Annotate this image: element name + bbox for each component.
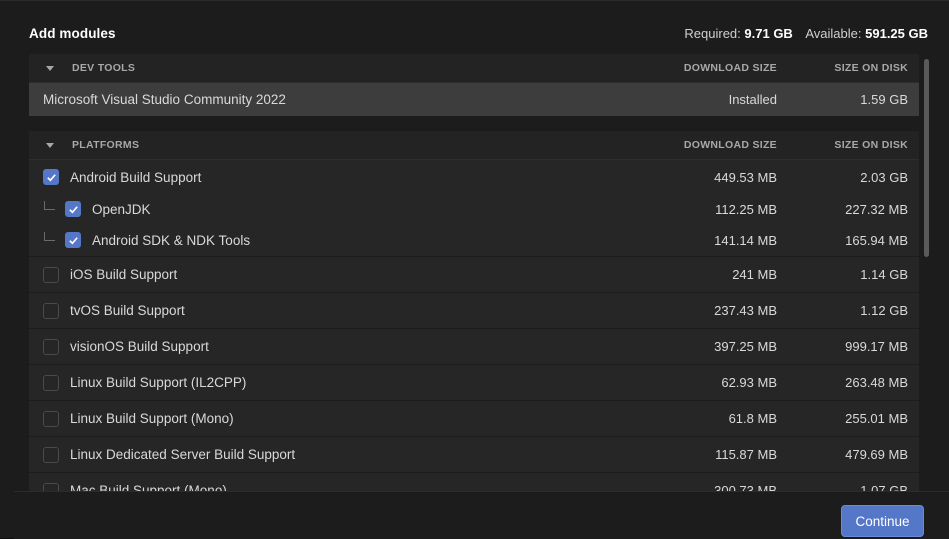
module-name: visionOS Build Support: [70, 339, 209, 354]
module-disk-size: 263.48 MB: [845, 375, 908, 390]
module-download-size: Installed: [728, 92, 777, 107]
module-row-tvos[interactable]: tvOS Build Support 237.43 MB 1.12 GB: [29, 293, 919, 329]
module-disk-size: 999.17 MB: [845, 339, 908, 354]
module-name: Microsoft Visual Studio Community 2022: [43, 92, 286, 107]
section-spacer: [29, 117, 919, 131]
module-row-linux-dedicated-server[interactable]: Linux Dedicated Server Build Support 115…: [29, 437, 919, 473]
module-name: Linux Build Support (Mono): [70, 411, 234, 426]
checkbox[interactable]: [43, 374, 59, 391]
module-row-visionos[interactable]: visionOS Build Support 397.25 MB 999.17 …: [29, 329, 919, 365]
modules-list[interactable]: DEV TOOLS DOWNLOAD SIZE SIZE ON DISK Mic…: [29, 54, 919, 491]
module-name: iOS Build Support: [70, 267, 178, 282]
module-row-visual-studio: Microsoft Visual Studio Community 2022 I…: [29, 83, 919, 117]
platforms-header[interactable]: PLATFORMS DOWNLOAD SIZE SIZE ON DISK: [29, 131, 919, 160]
dev-tools-header[interactable]: DEV TOOLS DOWNLOAD SIZE SIZE ON DISK: [29, 54, 919, 83]
platforms-heading: PLATFORMS: [72, 139, 140, 151]
module-download-size: 237.43 MB: [714, 303, 777, 318]
module-disk-size: 1.07 GB: [860, 483, 908, 491]
module-name: Linux Build Support (IL2CPP): [70, 375, 247, 390]
module-name: tvOS Build Support: [70, 303, 185, 318]
module-disk-size: 1.14 GB: [860, 267, 908, 282]
module-row-android[interactable]: Android Build Support 449.53 MB 2.03 GB: [29, 160, 919, 194]
module-name: Android SDK & NDK Tools: [92, 232, 251, 248]
module-name: Mac Build Support (Mono): [70, 483, 227, 491]
module-download-size: 300.73 MB: [714, 483, 777, 491]
module-disk-size: 2.03 GB: [860, 169, 908, 185]
module-row-openjdk[interactable]: OpenJDK 112.25 MB 227.32 MB: [29, 194, 919, 224]
dev-tools-heading: DEV TOOLS: [72, 62, 136, 74]
download-size-column-header: DOWNLOAD SIZE: [683, 139, 777, 151]
checkbox[interactable]: [43, 169, 59, 185]
module-name: Android Build Support: [70, 169, 202, 185]
checkbox[interactable]: [43, 482, 59, 491]
collapse-caret-icon[interactable]: [46, 65, 54, 71]
checkbox[interactable]: [43, 410, 59, 427]
checkbox[interactable]: [43, 446, 59, 463]
dialog-footer: [14, 491, 949, 539]
scrollbar-thumb[interactable]: [924, 59, 929, 257]
dev-tools-section: DEV TOOLS DOWNLOAD SIZE SIZE ON DISK Mic…: [29, 54, 919, 117]
checkmark-icon: [68, 236, 78, 244]
disk-space-info: Required: 9.71 GB Available: 591.25 GB: [684, 26, 928, 41]
add-modules-dialog: Add modules Required: 9.71 GB Available:…: [0, 0, 949, 539]
checkmark-icon: [46, 173, 56, 181]
required-label: Required:: [684, 25, 741, 41]
module-disk-size: 1.59 GB: [860, 92, 908, 107]
module-row-ios[interactable]: iOS Build Support 241 MB 1.14 GB: [29, 257, 919, 293]
available-label: Available:: [805, 25, 862, 41]
dialog-title: Add modules: [29, 25, 116, 41]
module-name: Linux Dedicated Server Build Support: [70, 447, 296, 462]
available-value: 591.25 GB: [865, 25, 928, 41]
module-download-size: 241 MB: [732, 267, 777, 282]
checkbox[interactable]: [43, 302, 59, 319]
checkbox[interactable]: [65, 232, 81, 248]
module-disk-size: 227.32 MB: [845, 201, 908, 217]
module-row-mac-mono[interactable]: Mac Build Support (Mono) 300.73 MB 1.07 …: [29, 473, 919, 491]
module-download-size: 449.53 MB: [714, 169, 777, 185]
module-download-size: 115.87 MB: [715, 447, 777, 462]
size-on-disk-column-header: SIZE ON DISK: [834, 62, 908, 74]
continue-button[interactable]: Continue: [841, 505, 924, 537]
download-size-column-header: DOWNLOAD SIZE: [683, 62, 777, 74]
module-download-size: 112.25 MB: [715, 201, 777, 217]
module-download-size: 141.14 MB: [714, 232, 777, 248]
module-download-size: 397.25 MB: [714, 339, 777, 354]
module-download-size: 62.93 MB: [721, 375, 777, 390]
required-value: 9.71 GB: [744, 25, 793, 41]
module-download-size: 61.8 MB: [728, 411, 777, 426]
tree-branch-icon: [44, 231, 55, 241]
collapse-caret-icon[interactable]: [46, 142, 54, 148]
checkbox[interactable]: [43, 338, 59, 355]
module-name: OpenJDK: [92, 201, 151, 217]
module-disk-size: 255.01 MB: [845, 411, 908, 426]
module-row-linux-il2cpp[interactable]: Linux Build Support (IL2CPP) 62.93 MB 26…: [29, 365, 919, 401]
platforms-section: PLATFORMS DOWNLOAD SIZE SIZE ON DISK And…: [29, 131, 919, 491]
checkbox[interactable]: [43, 266, 59, 283]
checkbox[interactable]: [65, 201, 81, 217]
module-disk-size: 165.94 MB: [845, 232, 908, 248]
tree-branch-icon: [44, 200, 55, 210]
module-disk-size: 1.12 GB: [860, 303, 908, 318]
module-row-linux-mono[interactable]: Linux Build Support (Mono) 61.8 MB 255.0…: [29, 401, 919, 437]
module-row-android-sdk-ndk[interactable]: Android SDK & NDK Tools 141.14 MB 165.94…: [29, 224, 919, 257]
checkmark-icon: [68, 205, 78, 213]
dialog-header: Add modules Required: 9.71 GB Available:…: [29, 23, 928, 43]
size-on-disk-column-header: SIZE ON DISK: [834, 139, 908, 151]
module-disk-size: 479.69 MB: [845, 447, 908, 462]
